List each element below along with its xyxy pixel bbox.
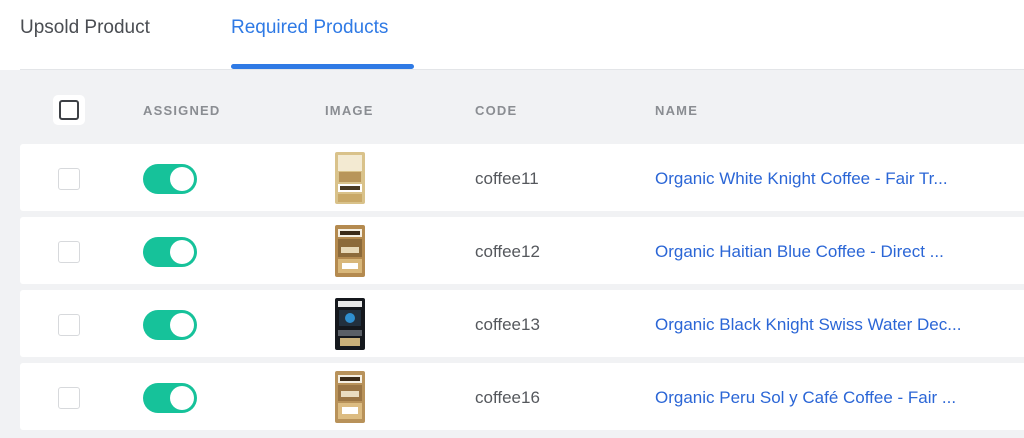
select-all-wrapper	[53, 95, 85, 125]
column-header-assigned[interactable]: ASSIGNED	[143, 103, 221, 118]
column-header-image: IMAGE	[325, 103, 374, 118]
column-header-name[interactable]: NAME	[655, 103, 698, 118]
table-row: coffee13 Organic Black Knight Swiss Wate…	[20, 290, 1024, 357]
product-image	[335, 225, 365, 277]
assigned-toggle[interactable]	[143, 383, 197, 413]
product-image	[335, 371, 365, 423]
row-checkbox[interactable]	[58, 314, 80, 336]
assigned-toggle[interactable]	[143, 164, 197, 194]
product-name-link[interactable]: Organic Peru Sol y Café Coffee - Fair ..…	[655, 388, 956, 408]
toggle-knob	[170, 240, 194, 264]
product-code: coffee16	[475, 388, 540, 407]
row-checkbox[interactable]	[58, 387, 80, 409]
product-code: coffee12	[475, 242, 540, 261]
product-name-link[interactable]: Organic White Knight Coffee - Fair Tr...	[655, 169, 948, 189]
assigned-toggle[interactable]	[143, 310, 197, 340]
table-row: coffee11 Organic White Knight Coffee - F…	[20, 144, 1024, 211]
product-name-link[interactable]: Organic Haitian Blue Coffee - Direct ...	[655, 242, 944, 262]
tab-required-products[interactable]: Required Products	[231, 17, 388, 69]
product-image	[335, 298, 365, 350]
assigned-toggle[interactable]	[143, 237, 197, 267]
product-code: coffee11	[475, 169, 539, 188]
tab-upsold-product[interactable]: Upsold Product	[20, 17, 150, 69]
product-code: coffee13	[475, 315, 540, 334]
table-row: coffee16 Organic Peru Sol y Café Coffee …	[20, 363, 1024, 430]
row-checkbox[interactable]	[58, 241, 80, 263]
tab-bar: Upsold Product Required Products	[0, 0, 1024, 70]
table-header: ASSIGNED IMAGE CODE NAME	[0, 70, 1024, 134]
row-checkbox[interactable]	[58, 168, 80, 190]
toggle-knob	[170, 313, 194, 337]
required-products-panel: Upsold Product Required Products ASSIGNE…	[0, 0, 1024, 438]
select-all-checkbox[interactable]	[59, 100, 79, 120]
product-image	[335, 152, 365, 204]
table-row: coffee12 Organic Haitian Blue Coffee - D…	[20, 217, 1024, 284]
product-name-link[interactable]: Organic Black Knight Swiss Water Dec...	[655, 315, 961, 335]
toggle-knob	[170, 386, 194, 410]
toggle-knob	[170, 167, 194, 191]
column-header-code[interactable]: CODE	[475, 103, 517, 118]
